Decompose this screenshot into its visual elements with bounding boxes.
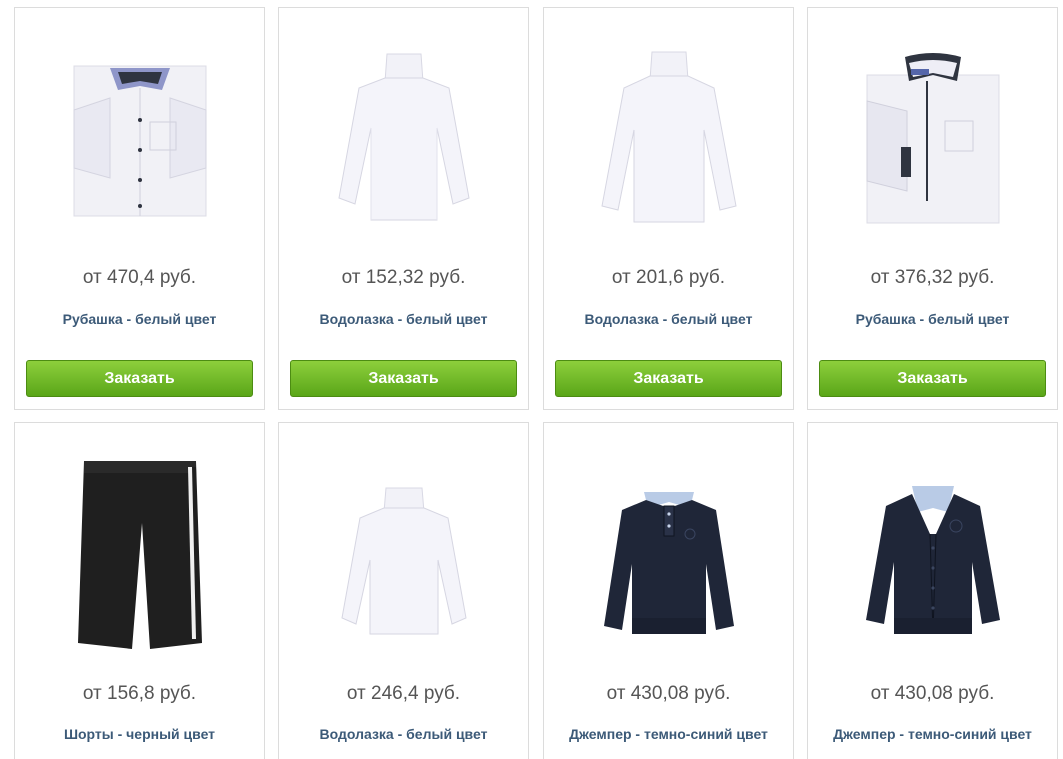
product-card: от 246,4 руб. Водолазка - белый цвет (278, 422, 529, 759)
product-image[interactable] (15, 443, 264, 663)
navy-cardigan-image (865, 486, 1000, 635)
order-button[interactable]: Заказать (819, 360, 1046, 397)
product-price: от 201,6 руб. (611, 267, 726, 288)
product-card: от 430,08 руб. Джемпер - темно-синий цве… (543, 422, 794, 759)
product-price: от 430,08 руб. (870, 683, 995, 704)
product-price: от 246,4 руб. (346, 683, 461, 704)
product-price: от 152,32 руб. (341, 267, 466, 288)
product-price: от 470,4 руб. (82, 267, 197, 288)
product-title-link[interactable]: Водолазка - белый цвет (544, 311, 793, 327)
product-image[interactable] (808, 28, 1057, 248)
product-title-link[interactable]: Шорты - черный цвет (15, 726, 264, 742)
order-button[interactable]: Заказать (26, 360, 253, 397)
product-title-link[interactable]: Рубашка - белый цвет (15, 311, 264, 327)
product-title-link[interactable]: Джемпер - темно-синий цвет (808, 726, 1057, 742)
product-card: от 156,8 руб. Шорты - черный цвет (14, 422, 265, 759)
white-long-sleeve-shirt-image (866, 52, 999, 223)
product-image[interactable] (544, 28, 793, 248)
product-card: от 152,32 руб. Водолазка - белый цвет За… (278, 7, 529, 410)
product-title-link[interactable]: Джемпер - темно-синий цвет (544, 726, 793, 742)
product-card: от 376,32 руб. Рубашка - белый цвет Зака… (807, 7, 1058, 410)
order-button[interactable]: Заказать (555, 360, 782, 397)
product-image[interactable] (279, 28, 528, 248)
product-image[interactable] (279, 443, 528, 663)
white-short-sleeve-shirt-image (73, 65, 206, 217)
navy-jumper-image (603, 492, 734, 634)
product-price: от 430,08 руб. (606, 683, 731, 704)
order-button[interactable]: Заказать (290, 360, 517, 397)
product-title-link[interactable]: Водолазка - белый цвет (279, 311, 528, 327)
white-turtleneck-image (340, 487, 467, 635)
white-turtleneck-image (337, 53, 470, 221)
product-card: от 201,6 руб. Водолазка - белый цвет Зак… (543, 7, 794, 410)
product-title-link[interactable]: Рубашка - белый цвет (808, 311, 1057, 327)
product-price: от 156,8 руб. (82, 683, 197, 704)
product-image[interactable] (544, 443, 793, 663)
product-card: от 430,08 руб. Джемпер - темно-синий цве… (807, 422, 1058, 759)
product-card: от 470,4 руб. Рубашка - белый цвет Заказ… (14, 7, 265, 410)
black-shorts-image (77, 461, 202, 649)
product-grid: от 470,4 руб. Рубашка - белый цвет Заказ… (0, 0, 1063, 759)
white-turtleneck-image (600, 51, 737, 223)
product-price: от 376,32 руб. (870, 267, 995, 288)
product-title-link[interactable]: Водолазка - белый цвет (279, 726, 528, 742)
product-image[interactable] (15, 28, 264, 248)
product-image[interactable] (808, 443, 1057, 663)
